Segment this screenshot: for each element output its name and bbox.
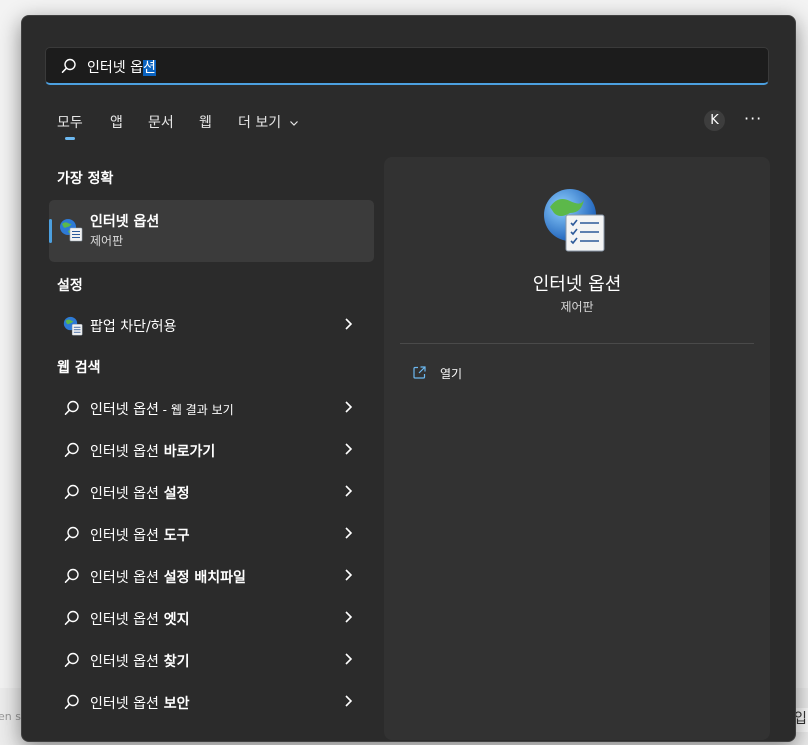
- best-match-subtitle: 제어판: [90, 234, 124, 248]
- detail-divider: [400, 343, 754, 344]
- search-input[interactable]: 인터넷 옵션: [87, 57, 156, 77]
- web-result-prefix: 인터넷 옵션: [90, 486, 159, 502]
- chevron-right-icon: [345, 527, 353, 539]
- web-result-suffix: 바로가기: [158, 444, 216, 460]
- web-result-item[interactable]: 인터넷 옵션 엣지: [49, 598, 374, 638]
- search-box[interactable]: 인터넷 옵션: [45, 47, 769, 85]
- tab-all[interactable]: 모두: [57, 112, 83, 140]
- chevron-right-icon: [345, 695, 353, 707]
- web-result-item[interactable]: 인터넷 옵션 바로가기: [49, 430, 374, 470]
- search-icon: [64, 442, 79, 457]
- chevron-right-icon: [345, 653, 353, 665]
- search-icon: [64, 400, 79, 415]
- open-label: 열기: [440, 367, 463, 381]
- chevron-right-icon: [345, 401, 353, 413]
- web-result-label: 인터넷 옵션 설정: [90, 483, 190, 503]
- web-result-prefix: 인터넷 옵션: [90, 654, 159, 670]
- web-result-suffix: - 웹 결과 보기: [158, 403, 234, 417]
- tab-web[interactable]: 웹: [199, 112, 212, 132]
- web-result-suffix: 찾기: [158, 654, 190, 670]
- search-icon: [64, 694, 79, 709]
- chevron-right-icon: [345, 569, 353, 581]
- settings-item-label: 팝업 차단/허용: [90, 319, 177, 335]
- web-result-item[interactable]: 인터넷 옵션 도구: [49, 514, 374, 554]
- web-result-prefix: 인터넷 옵션: [90, 444, 159, 460]
- web-result-label: 인터넷 옵션 엣지: [90, 609, 190, 629]
- web-result-suffix: 보안: [158, 696, 190, 712]
- internet-options-icon: [63, 316, 83, 336]
- web-result-suffix: 도구: [158, 528, 190, 544]
- chevron-right-icon: [345, 485, 353, 497]
- tab-documents[interactable]: 문서: [148, 112, 174, 132]
- settings-item-popup-blocker[interactable]: 팝업 차단/허용: [49, 305, 374, 345]
- detail-title: 인터넷 옵션: [532, 274, 622, 295]
- web-result-suffix: 설정 배치파일: [158, 570, 246, 586]
- web-result-suffix: 엣지: [158, 612, 190, 628]
- search-text: 인터넷 옵: [87, 60, 143, 76]
- search-icon: [64, 526, 79, 541]
- web-result-suffix: 설정: [158, 486, 190, 502]
- tab-more-label: 더 보기: [238, 115, 282, 131]
- internet-options-icon: [544, 189, 605, 252]
- web-result-item[interactable]: 인터넷 옵션 보안: [49, 682, 374, 722]
- open-action[interactable]: 열기: [400, 359, 754, 387]
- chevron-right-icon: [345, 443, 353, 455]
- search-icon: [64, 568, 79, 583]
- web-result-prefix: 인터넷 옵션: [90, 570, 159, 586]
- web-result-label: 인터넷 옵션 도구: [90, 525, 190, 545]
- search-icon: [64, 610, 79, 625]
- more-options-button[interactable]: ···: [744, 109, 762, 128]
- web-result-prefix: 인터넷 옵션: [90, 696, 159, 712]
- web-result-item[interactable]: 인터넷 옵션 - 웹 결과 보기: [49, 388, 374, 428]
- section-settings: 설정: [57, 278, 83, 294]
- web-result-label: 인터넷 옵션 찾기: [90, 651, 190, 671]
- chevron-right-icon: [345, 318, 353, 330]
- best-match-title: 인터넷 옵션: [90, 214, 160, 230]
- web-result-label: 인터넷 옵션 바로가기: [90, 441, 215, 461]
- open-external-icon: [413, 366, 426, 379]
- search-selection: 션: [142, 60, 156, 76]
- web-result-item[interactable]: 인터넷 옵션 설정: [49, 472, 374, 512]
- web-result-item[interactable]: 인터넷 옵션 설정 배치파일: [49, 556, 374, 596]
- web-result-label: 인터넷 옵션 설정 배치파일: [90, 567, 246, 587]
- account-avatar[interactable]: K: [704, 110, 725, 131]
- tab-more[interactable]: 더 보기: [238, 112, 299, 132]
- selection-indicator: [49, 219, 52, 243]
- tab-apps[interactable]: 앱: [110, 112, 123, 132]
- chevron-down-icon: [289, 121, 298, 126]
- background-text: en s: [0, 710, 21, 723]
- internet-options-icon: [60, 219, 83, 242]
- chevron-right-icon: [345, 611, 353, 623]
- web-result-prefix: 인터넷 옵션: [90, 402, 159, 418]
- search-icon: [64, 484, 79, 499]
- search-icon: [61, 58, 76, 73]
- web-result-label: 인터넷 옵션 보안: [90, 693, 190, 713]
- web-result-label: 인터넷 옵션 - 웹 결과 보기: [90, 399, 234, 419]
- detail-subtitle: 제어판: [560, 300, 594, 314]
- search-icon: [64, 652, 79, 667]
- web-result-prefix: 인터넷 옵션: [90, 612, 159, 628]
- best-match-item[interactable]: 인터넷 옵션 제어판: [49, 200, 374, 262]
- web-result-item[interactable]: 인터넷 옵션 찾기: [49, 640, 374, 680]
- detail-pane: 인터넷 옵션 제어판 열기: [384, 157, 770, 740]
- section-web-search: 웹 검색: [57, 360, 101, 376]
- section-best-match: 가장 정확: [57, 171, 114, 187]
- web-result-prefix: 인터넷 옵션: [90, 528, 159, 544]
